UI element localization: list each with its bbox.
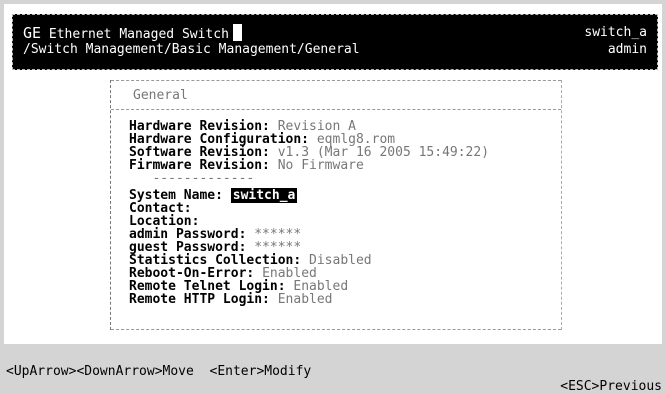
field-value: No Firmware (277, 158, 364, 173)
separator-text: ------------- (152, 171, 255, 186)
header-bar: GE Ethernet Managed Switch /Switch Manag… (12, 14, 658, 70)
breadcrumb: /Switch Management/Basic Management/Gene… (23, 42, 360, 57)
text-cursor (232, 24, 242, 41)
separator-line: ------------- (129, 172, 489, 185)
section-title: General (133, 88, 188, 103)
panel-divider (111, 109, 561, 110)
session-info: switch_a admin (584, 24, 647, 58)
navigation-hint: <UpArrow><DownArrow>Move <Enter>Modify (6, 364, 312, 379)
fields-list: Hardware Revision: Revision A Hardware C… (129, 120, 489, 306)
statistics-collection-field[interactable]: Disabled (309, 253, 372, 268)
system-name-header: switch_a (584, 25, 647, 40)
esc-previous-hint[interactable]: <ESC>Previous (560, 379, 662, 394)
user-name-header: admin (607, 42, 647, 57)
panel-border-top (111, 80, 561, 81)
app-title: GE Ethernet Managed Switch (23, 24, 242, 42)
system-name-field[interactable]: switch_a (230, 188, 298, 203)
app-title-rest: Ethernet Managed Switch (41, 27, 229, 42)
terminal-screen: GE Ethernet Managed Switch /Switch Manag… (4, 4, 662, 344)
field-label: Remote HTTP Login: (129, 292, 270, 307)
remote-http-login-row[interactable]: Remote HTTP Login: Enabled (129, 293, 489, 306)
general-panel: General Hardware Revision: Revision A Ha… (110, 80, 562, 330)
footer-bar: <UpArrow><DownArrow>Move <Enter>Modify <… (6, 349, 662, 394)
app-title-prefix: GE (23, 24, 42, 42)
remote-http-login-field[interactable]: Enabled (278, 292, 333, 307)
panel-border-bottom (111, 329, 561, 330)
